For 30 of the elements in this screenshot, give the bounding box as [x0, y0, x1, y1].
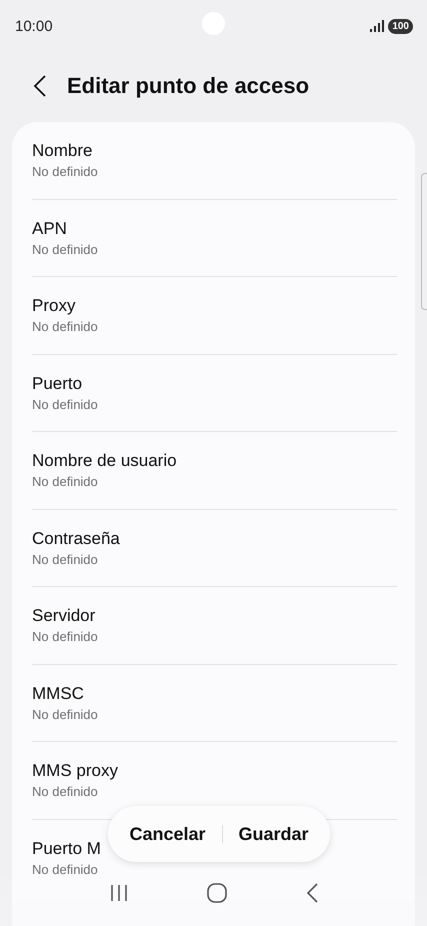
- battery-indicator: 100: [388, 18, 413, 34]
- setting-label[interactable]: Nombre de usuario: [32, 449, 177, 473]
- home-icon[interactable]: [206, 883, 226, 903]
- setting-value: No definido: [32, 318, 98, 336]
- setting-label[interactable]: Puerto M: [32, 836, 101, 860]
- setting-value: No definido: [32, 783, 98, 801]
- setting-label[interactable]: APN: [32, 216, 67, 240]
- setting-value: No definido: [32, 396, 98, 414]
- setting-value: No definido: [32, 240, 98, 258]
- setting-value: No definido: [32, 628, 98, 646]
- signal-icon: [370, 20, 384, 32]
- setting-label[interactable]: Puerto: [32, 372, 82, 396]
- status-time: 10:00: [15, 18, 53, 34]
- save-button[interactable]: Guardar: [226, 818, 321, 850]
- setting-label[interactable]: Servidor: [32, 604, 96, 628]
- setting-value: No definido: [32, 860, 98, 878]
- recent-apps-icon[interactable]: [110, 884, 128, 902]
- setting-label[interactable]: MMSC: [32, 682, 84, 706]
- setting-label[interactable]: Proxy: [32, 294, 76, 318]
- back-icon[interactable]: [33, 75, 47, 97]
- setting-value: No definido: [32, 163, 98, 181]
- setting-label[interactable]: Nombre: [32, 139, 92, 163]
- setting-label[interactable]: Contraseña: [32, 526, 120, 550]
- setting-value: No definido: [32, 473, 98, 491]
- setting-label[interactable]: MMS proxy: [32, 759, 118, 783]
- setting-value: No definido: [32, 550, 98, 568]
- setting-value: No definido: [32, 706, 98, 724]
- back-icon[interactable]: [306, 883, 318, 903]
- cancel-button[interactable]: Cancelar: [117, 818, 218, 850]
- page-title: Editar punto de acceso: [67, 73, 310, 99]
